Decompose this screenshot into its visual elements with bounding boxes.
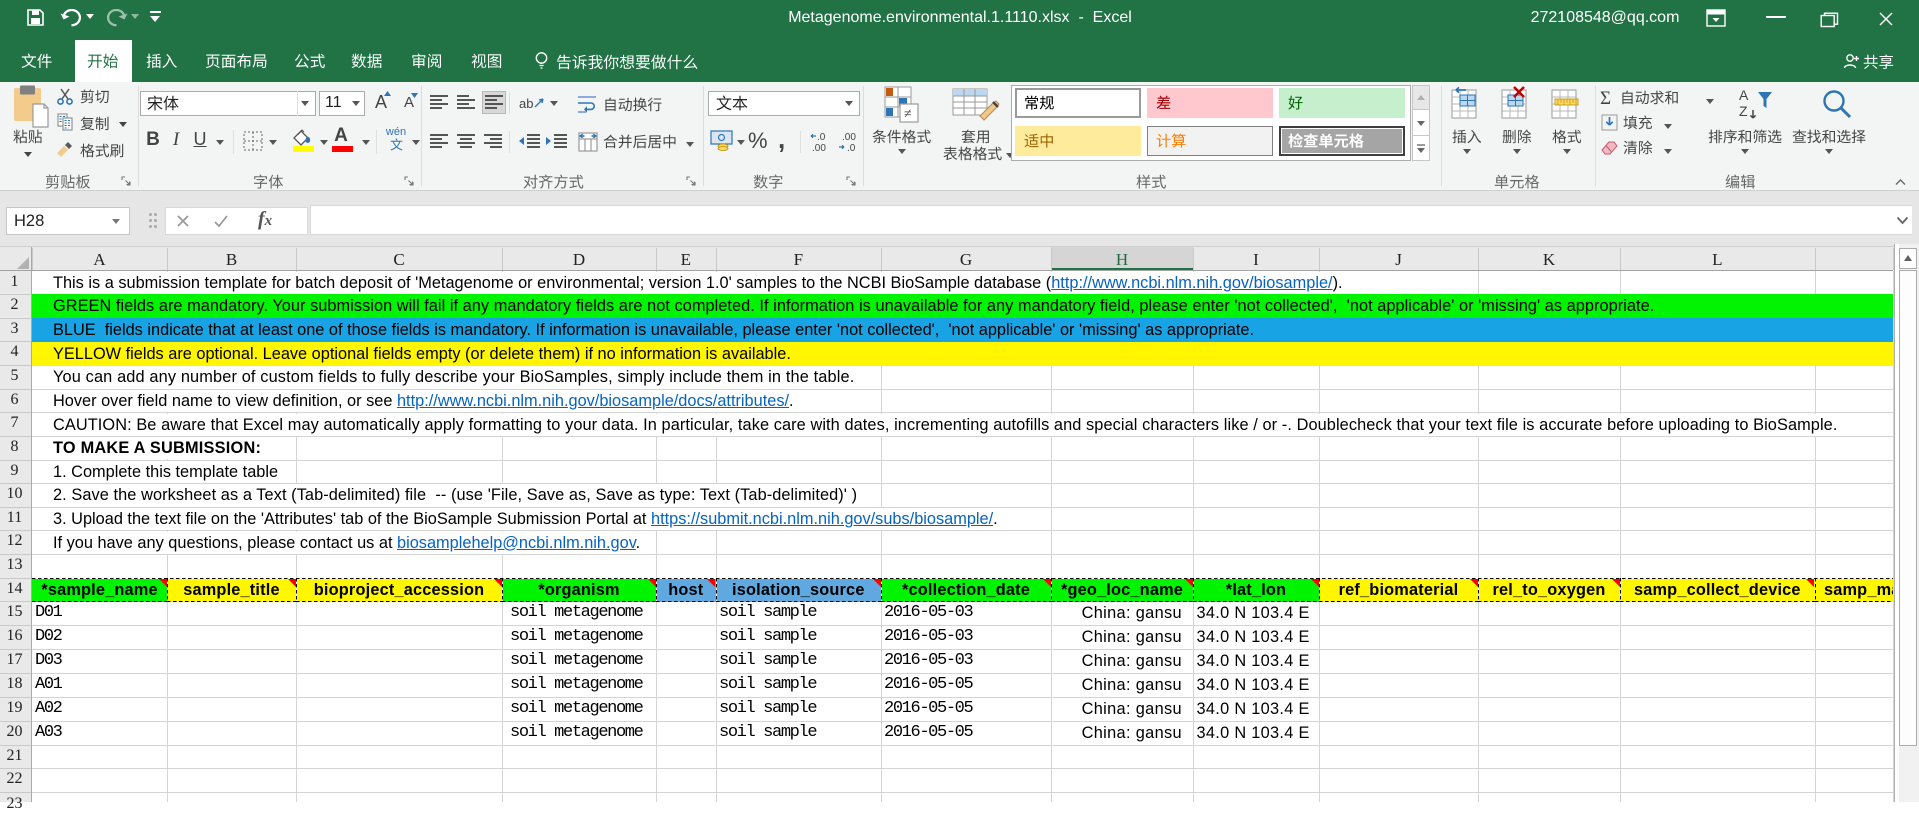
svg-text:Z: Z <box>1739 103 1748 119</box>
svg-text:A: A <box>1739 87 1749 103</box>
svg-text:.0: .0 <box>817 132 826 143</box>
svg-text:.00: .00 <box>812 143 826 154</box>
svg-text:ab: ab <box>519 96 533 111</box>
svg-text:≠: ≠ <box>904 107 912 122</box>
svg-text:.00: .00 <box>842 132 856 143</box>
svg-text:.0: .0 <box>847 143 856 154</box>
